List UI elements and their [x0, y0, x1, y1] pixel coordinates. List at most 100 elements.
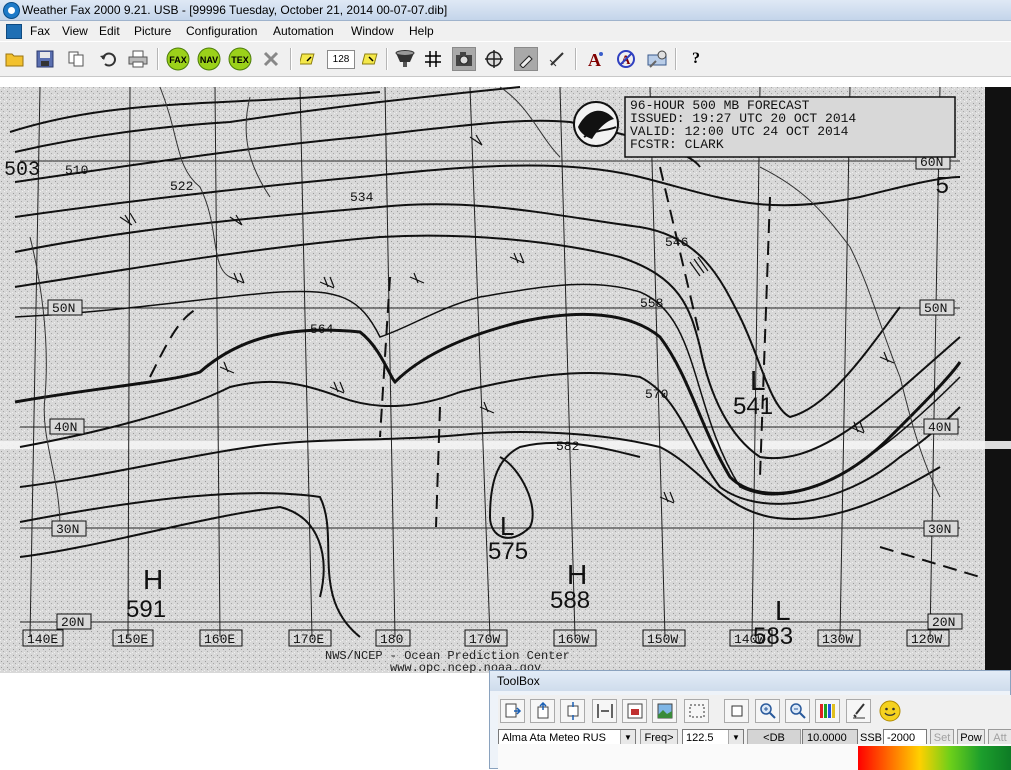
menubar: Fax View Edit Picture Configuration Auto… — [0, 21, 1011, 41]
system-letter: L — [750, 365, 766, 396]
lat-label: 30N — [928, 522, 951, 537]
contour-label: 522 — [170, 179, 193, 194]
lat-label: 50N — [52, 301, 75, 316]
gain-down-icon[interactable] — [297, 47, 321, 71]
lon-label: 120W — [911, 632, 942, 647]
smiley-icon[interactable] — [877, 699, 902, 723]
nav-mode-button[interactable]: NAV — [195, 47, 223, 71]
satellite-icon[interactable] — [645, 47, 669, 71]
system-letter: H — [143, 564, 163, 595]
brush-icon[interactable] — [846, 699, 871, 723]
main-toolbar: FAX NAV TEX A A ? — [0, 42, 1011, 77]
noaa-logo — [573, 101, 619, 147]
contour-label: 546 — [665, 235, 688, 250]
grid-icon[interactable] — [421, 47, 445, 71]
lon-label: 150W — [647, 632, 678, 647]
fax-label: FAX — [169, 55, 187, 65]
page-up-icon[interactable] — [530, 699, 555, 723]
tex-mode-button[interactable]: TEX — [226, 47, 254, 71]
menu-configuration[interactable]: Configuration — [186, 24, 257, 38]
system-letter: H — [567, 559, 587, 590]
print-icon[interactable] — [126, 47, 150, 71]
copy-icon[interactable] — [64, 47, 88, 71]
system-value: 591 — [126, 596, 166, 623]
header-line: FCSTR: CLARK — [630, 137, 724, 152]
speaker-icon[interactable] — [391, 47, 419, 71]
menu-fax[interactable]: Fax — [30, 24, 50, 38]
document-icon[interactable] — [6, 24, 22, 39]
contour-label: 564 — [310, 322, 334, 337]
lat-label: 20N — [61, 615, 84, 630]
gain-input[interactable]: 128 — [327, 50, 355, 69]
contour-label: 510 — [65, 163, 88, 178]
page-forward-icon[interactable] — [500, 699, 525, 723]
lon-label: 140E — [27, 632, 58, 647]
station-value: Alma Ata Meteo RUS — [502, 732, 606, 744]
menu-help[interactable]: Help — [409, 24, 434, 38]
fax-mode-button[interactable]: FAX — [164, 47, 192, 71]
no-text-icon[interactable]: A — [614, 47, 638, 71]
svg-text:A: A — [588, 50, 601, 69]
lon-label: 160E — [204, 632, 235, 647]
lon-label: 180 — [380, 632, 403, 647]
image-tool-icon[interactable] — [622, 699, 647, 723]
window-titlebar: Weather Fax 2000 9.21. USB - [99996 Tues… — [0, 0, 1011, 21]
contour-label: 558 — [640, 296, 663, 311]
lat-label: 40N — [928, 420, 951, 435]
crop-icon[interactable] — [724, 699, 749, 723]
lon-label: 160W — [558, 632, 589, 647]
slant-adjust-icon[interactable] — [592, 699, 617, 723]
system-value: 583 — [753, 623, 793, 650]
undo-icon[interactable] — [96, 47, 120, 71]
color-bars-icon[interactable] — [815, 699, 840, 723]
lat-label: 50N — [924, 301, 947, 316]
lat-label: 30N — [56, 522, 79, 537]
help-icon[interactable]: ? — [684, 47, 708, 71]
app-icon[interactable] — [3, 2, 20, 19]
gain-up-icon[interactable] — [359, 47, 383, 71]
freq-value: 122.5 — [686, 732, 714, 744]
select-area-icon[interactable] — [684, 699, 709, 723]
open-folder-icon[interactable] — [3, 47, 27, 71]
page-resize-icon[interactable] — [560, 699, 585, 723]
window-title: Weather Fax 2000 9.21. USB - [99996 Tues… — [22, 3, 448, 17]
weather-fax-image[interactable]: 140E 150E 160E 170E 180 170W 160W 150W 1… — [0, 77, 1011, 673]
zoom-in-icon[interactable] — [755, 699, 780, 723]
camera-icon[interactable] — [452, 47, 476, 71]
menu-view[interactable]: View — [62, 24, 88, 38]
picture-tool-icon[interactable] — [652, 699, 677, 723]
menu-window[interactable]: Window — [351, 24, 394, 38]
text-font-icon[interactable]: A — [583, 47, 607, 71]
lon-label: 150E — [117, 632, 148, 647]
lat-label: 40N — [54, 420, 77, 435]
save-disk-icon[interactable] — [33, 47, 57, 71]
system-letter: L — [775, 595, 791, 626]
edge-label-left: 503 — [4, 159, 40, 182]
stop-x-icon[interactable] — [259, 47, 283, 71]
lon-label: 130W — [822, 632, 853, 647]
contour-label: 582 — [556, 439, 579, 454]
draw-tool-icon[interactable] — [514, 47, 538, 71]
edge-label-right: 5 — [935, 174, 949, 201]
menu-automation[interactable]: Automation — [273, 24, 334, 38]
system-value: 575 — [488, 538, 528, 565]
toolbox-body: Alma Ata Meteo RUS ▼ Freq> 122.5 ▼ <DB R… — [498, 695, 1011, 770]
menu-edit[interactable]: Edit — [99, 24, 120, 38]
contour-label: 534 — [350, 190, 374, 205]
system-value: 588 — [550, 587, 590, 614]
toolbox-titlebar[interactable] — [490, 671, 1010, 691]
toolbox-window: ToolBox Alma Ata Meteo RUS ▼ Freq> 122.5… — [489, 670, 1011, 770]
lat-label: 20N — [932, 615, 955, 630]
forecast-header: 96-HOUR 500 MB FORECAST ISSUED: 19:27 UT… — [624, 96, 956, 158]
menu-picture[interactable]: Picture — [134, 24, 171, 38]
crosshair-icon[interactable] — [482, 47, 506, 71]
contour-label: 570 — [645, 387, 668, 402]
system-letter: L — [500, 511, 514, 541]
tex-label: TEX — [231, 55, 249, 65]
zoom-out-icon[interactable] — [785, 699, 810, 723]
lon-label: 170W — [469, 632, 500, 647]
measure-pen-icon[interactable] — [545, 47, 569, 71]
signal-spectrum-bar — [858, 746, 1011, 770]
nav-label: NAV — [200, 55, 218, 65]
system-value: 541 — [733, 393, 773, 420]
